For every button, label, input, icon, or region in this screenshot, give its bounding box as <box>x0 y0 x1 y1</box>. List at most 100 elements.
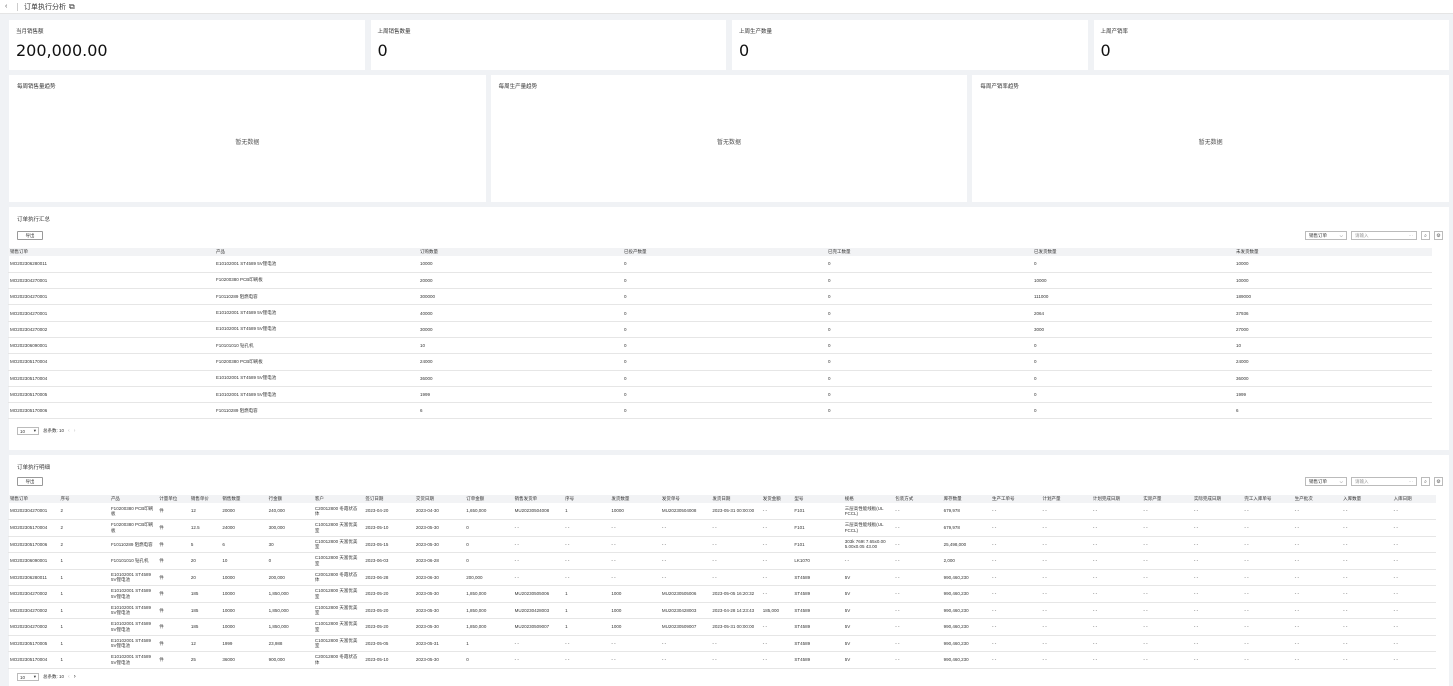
page-size-select[interactable]: 10 ▾ <box>17 427 39 435</box>
search-input[interactable]: 请输入 ⋯ <box>1351 477 1417 486</box>
column-header[interactable]: 发货单号 <box>659 495 711 503</box>
column-header[interactable]: 生产工单号 <box>989 495 1041 503</box>
column-header[interactable]: 计划产量 <box>1040 495 1091 503</box>
search-input[interactable]: 请输入 ⋯ <box>1351 231 1417 240</box>
page-size-value: 10 <box>20 428 26 434</box>
column-header[interactable]: 订购数量 <box>418 248 622 256</box>
table-row[interactable]: MO202304270002 1 E10102001 ST4589 5V锂电池件 18… <box>8 585 1436 603</box>
column-header[interactable]: 生产批次 <box>1292 495 1342 503</box>
field-select[interactable]: 销售订单 ⌵ <box>1305 231 1347 240</box>
table-row[interactable]: MO202304270001 2 F10200380 PCB印刷板件 12 20000 2… <box>8 503 1436 520</box>
table-row[interactable]: MO202305170004 2 F10200380 PCB印刷板件 12.5 2400… <box>8 519 1436 537</box>
column-header[interactable]: 已完工数量 <box>826 248 1032 256</box>
column-header[interactable]: 订单金额 <box>464 495 513 503</box>
table-row[interactable]: MO202306090001 1 F10101010 钻孔机件 20 10 0 C10012… <box>8 552 1436 570</box>
table-cell: 990,460,230 <box>941 651 990 669</box>
column-header[interactable]: 已发货数量 <box>1032 248 1234 256</box>
open-new-icon[interactable]: ⧉ <box>69 2 75 12</box>
search-icon[interactable]: ⌕ <box>1421 477 1430 486</box>
table-cell: - - <box>760 552 793 570</box>
column-header[interactable]: 发货数量 <box>609 495 660 503</box>
table-row[interactable]: MO202305170004 F10200380 PCB印刷板 24000 0 0 0 24… <box>8 353 1432 371</box>
table-cell: 0 <box>464 519 513 537</box>
table-cell: 24000 <box>418 353 622 371</box>
table-row[interactable]: MO202304270002 1 E10102001 ST4589 5V锂电池件 18… <box>8 602 1436 619</box>
table-row[interactable]: MO202306280011 1 E10102001 ST4589 5V锂电池件 20… <box>8 569 1436 586</box>
table-cell: - - <box>1341 585 1392 603</box>
table-row[interactable]: MO202306280011 E10102001 ST4589 5V锂电池 1000… <box>8 256 1432 273</box>
column-header[interactable]: 销售单价 <box>188 495 221 503</box>
field-select[interactable]: 销售订单 ⌵ <box>1305 477 1347 486</box>
search-icon[interactable]: ⌕ <box>1421 231 1430 240</box>
table-cell: - - <box>1391 602 1436 619</box>
column-header[interactable]: 规格 <box>842 495 894 503</box>
prev-page-icon[interactable]: ‹ <box>68 428 70 434</box>
table-cell: - - <box>609 552 660 570</box>
column-header[interactable]: 已投产数量 <box>622 248 826 256</box>
next-page-icon[interactable]: › <box>74 674 76 680</box>
table-cell: ST4589 <box>792 635 843 652</box>
table-cell: E10102001 ST4589 5V锂电池 <box>214 370 418 387</box>
table-cell: 2023-05-31 00:00:00 <box>710 618 761 636</box>
column-header[interactable]: 销售订单 <box>8 248 214 256</box>
column-header[interactable]: 签订日期 <box>363 495 414 503</box>
table-row[interactable]: MO202306090001 F10101010 钻孔机 10 0 0 0 10 <box>8 337 1432 355</box>
column-header[interactable]: 产品 <box>214 248 418 256</box>
table-cell: 2064 <box>1032 304 1234 322</box>
column-header[interactable]: 包装方式 <box>893 495 942 503</box>
column-header[interactable]: 完工入库单号 <box>1242 495 1293 503</box>
table-row[interactable]: MO202304270001 F10110289 阻燃电容 300000 0 0 1110… <box>8 288 1432 306</box>
table-row[interactable]: MO202305170004 E10102001 ST4589 5V锂电池 3600… <box>8 370 1432 387</box>
table-cell: 0 <box>826 386 1032 404</box>
table-cell: F10110289 阻燃电容 <box>214 288 418 306</box>
table-row[interactable]: MO202305170005 E10102001 ST4589 5V锂电池 1999… <box>8 386 1432 404</box>
table-row[interactable]: MO202305170006 F10110289 阻燃电容 6 0 0 0 6 <box>8 402 1432 420</box>
table-cell: 0 <box>1032 256 1234 273</box>
column-header[interactable]: 序号 <box>58 495 109 503</box>
column-header[interactable]: 实际产量 <box>1141 495 1192 503</box>
table-cell: MO202305170006 <box>8 402 214 420</box>
table-cell: MU20230504008 <box>512 503 564 520</box>
table-row[interactable]: MO202304270002 1 E10102001 ST4589 5V锂电池件 18… <box>8 618 1436 636</box>
back-icon[interactable]: ‹ <box>5 3 13 10</box>
table-cell: C10012800 天富优美 室 <box>312 618 364 636</box>
table-cell: - - <box>760 635 793 652</box>
table-row[interactable]: MO202304270001 E10102001 ST4589 5V锂电池 4000… <box>8 304 1432 322</box>
table-cell: - - <box>1391 635 1436 652</box>
column-header[interactable]: 销售数量 <box>220 495 267 503</box>
column-header[interactable]: 发货日期 <box>710 495 761 503</box>
column-header[interactable]: 实际完成日期 <box>1191 495 1243 503</box>
table-cell: - - <box>1191 618 1243 636</box>
export-button[interactable]: 导出 <box>17 477 43 486</box>
column-header[interactable]: 发货金额 <box>760 495 793 503</box>
page-size-select[interactable]: 10 ▾ <box>17 673 39 681</box>
export-button[interactable]: 导出 <box>17 231 43 240</box>
table-row[interactable]: MO202304270002 E10102001 ST4589 5V锂电池 3000… <box>8 321 1432 338</box>
column-header[interactable]: 客户 <box>312 495 364 503</box>
prev-page-icon[interactable]: ‹ <box>68 674 70 680</box>
table-row[interactable]: MO202305170006 2 F10110289 阻燃电容件 5 6 30 C10012… <box>8 536 1436 553</box>
column-header[interactable]: 入库数量 <box>1341 495 1392 503</box>
next-page-icon[interactable]: › <box>74 428 76 434</box>
column-header[interactable]: 序号 <box>563 495 610 503</box>
table-row[interactable]: MO202305170004 1 E10102001 ST4589 5V锂电池件 25… <box>8 651 1436 669</box>
column-header[interactable]: 产品 <box>108 495 158 503</box>
column-header[interactable]: 交货日期 <box>413 495 465 503</box>
table-cell: 1,650,000 <box>464 503 513 520</box>
column-header[interactable]: 计量单位 <box>157 495 189 503</box>
table-cell: 0 <box>266 552 313 570</box>
column-header[interactable]: 库存数量 <box>941 495 990 503</box>
table-row[interactable]: MO202304270001 F10200380 PCB印刷板 20000 0 0 100… <box>8 272 1432 290</box>
settings-icon[interactable]: ⚙ <box>1434 231 1443 240</box>
column-header[interactable]: 入库日期 <box>1391 495 1436 503</box>
settings-icon[interactable]: ⚙ <box>1434 477 1443 486</box>
table-row[interactable]: MO202305170005 1 E10102001 ST4589 5V锂电池件 12… <box>8 635 1436 652</box>
column-header[interactable]: 销售发货单 <box>512 495 564 503</box>
stat-value: 200,000.00 <box>16 41 108 60</box>
column-header[interactable]: 销售订单 <box>8 495 59 503</box>
table-cell: MO202304270002 <box>8 618 59 636</box>
column-header[interactable]: 型号 <box>792 495 843 503</box>
column-header[interactable]: 计划完成日期 <box>1090 495 1142 503</box>
column-header[interactable]: 行金额 <box>266 495 313 503</box>
column-header[interactable]: 未发货数量 <box>1234 248 1432 256</box>
